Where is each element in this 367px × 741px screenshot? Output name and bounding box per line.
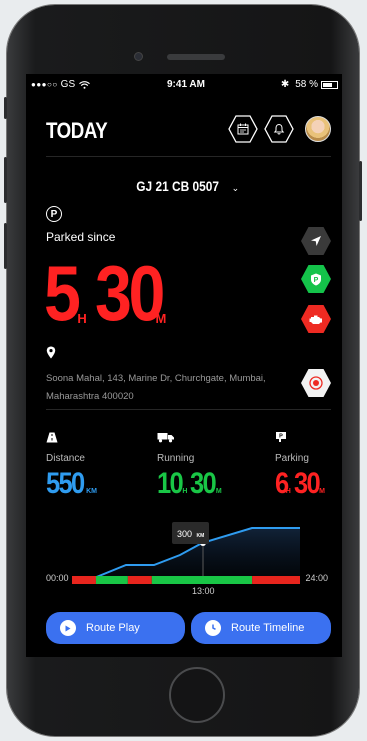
clock-icon [205, 620, 221, 636]
vehicle-selector[interactable]: GJ 21 CB 0507 ⌄ [26, 178, 342, 196]
running-hours: 10 [157, 467, 184, 500]
parking-sign-icon: P [276, 432, 286, 442]
address-divider [46, 409, 331, 410]
truck-icon [157, 433, 174, 443]
status-left: ●●●○○ GS [31, 79, 91, 90]
tooltip-value: 300 [177, 529, 193, 539]
parking-status-button[interactable]: P [300, 264, 332, 294]
parking-minutes: 30 [293, 467, 321, 500]
vehicle-plate: GJ 21 CB 0507 [136, 178, 219, 194]
app-screen: ●●●○○ GS 9:41 AM ✱ 58 % TODAY GJ 21 CB 0… [26, 74, 342, 657]
route-play-label: Route Play [86, 622, 140, 634]
bell-icon [273, 123, 285, 135]
distance-stat: Distance 550 KM [46, 430, 97, 501]
battery-icon [321, 80, 338, 89]
running-stat: Running 10H 30M [157, 430, 222, 501]
parked-minutes: 30 [94, 249, 165, 337]
front-camera [134, 52, 143, 61]
parking-shield-icon: P [311, 273, 321, 285]
battery-label: 58 % [295, 79, 318, 90]
route-timeline-label: Route Timeline [231, 622, 305, 634]
segment-bar [72, 576, 300, 584]
running-minutes: 30 [190, 467, 217, 500]
segment-running-1 [95, 576, 128, 584]
carrier-label: GS [60, 79, 76, 90]
parking-hours: 6 [275, 467, 289, 500]
parking-label: Parking [275, 453, 309, 464]
power-button [359, 161, 362, 221]
timeline-marker-label: 13:00 [192, 586, 215, 596]
parked-hours-unit: H [77, 311, 87, 326]
page-title: TODAY [46, 118, 108, 143]
engine-icon [309, 315, 322, 324]
running-minutes-unit: M [215, 488, 222, 495]
svg-text:P: P [314, 277, 319, 284]
distance-label: Distance [46, 453, 85, 464]
segment-running-3 [151, 576, 253, 584]
chevron-down-icon: ⌄ [231, 183, 240, 193]
route-timeline-button[interactable]: Route Timeline [191, 612, 331, 644]
segment-parking-4 [252, 576, 300, 584]
tooltip-unit: KM [196, 533, 205, 539]
header-divider [46, 156, 331, 157]
navigate-button[interactable] [300, 226, 332, 256]
play-icon [60, 620, 76, 636]
calendar-icon [237, 123, 249, 135]
avatar[interactable] [305, 116, 331, 142]
home-button[interactable] [169, 667, 225, 723]
address-text: Soona Mahal, 143, Marine Dr, Churchgate,… [46, 370, 266, 406]
timeline-chart: 300 KM 00:00 24:00 13:00 [46, 518, 328, 602]
volume-down-button [4, 223, 7, 269]
running-hours-unit: H [182, 488, 188, 495]
notifications-button[interactable] [264, 115, 294, 143]
parked-duration: 5 H 30 M [44, 242, 166, 332]
svg-text:P: P [279, 434, 283, 440]
signal-icon: ●●●○○ [31, 80, 58, 89]
bluetooth-icon: ✱ [280, 79, 290, 90]
running-label: Running [157, 453, 195, 464]
address-line-2: Maharashtra 400020 [46, 391, 134, 402]
road-icon [46, 432, 58, 443]
parking-icon: P [46, 206, 62, 222]
parking-minutes-unit: M [319, 488, 325, 495]
status-time: 9:41 AM [167, 79, 205, 90]
timeline-start-label: 00:00 [46, 573, 69, 583]
distance-unit: KM [86, 488, 97, 495]
wifi-icon [79, 80, 91, 89]
segment-parking-2 [127, 576, 152, 584]
route-play-button[interactable]: Route Play [46, 612, 185, 644]
location-pin-icon [46, 346, 56, 359]
parked-hours: 5 [44, 249, 81, 337]
address-line-1: Soona Mahal, 143, Marine Dr, Churchgate,… [46, 373, 266, 384]
calendar-button[interactable] [228, 115, 258, 143]
segment-parking-0 [72, 576, 96, 584]
volume-up-button [4, 157, 7, 203]
mute-switch [4, 97, 7, 119]
earpiece-speaker [167, 54, 225, 60]
navigation-arrow-icon [311, 236, 321, 246]
target-icon [309, 376, 323, 390]
engine-button[interactable] [300, 304, 332, 334]
timeline-end-label: 24:00 [305, 573, 328, 583]
live-location-button[interactable] [300, 368, 332, 398]
status-right: ✱ 58 % [281, 79, 338, 90]
distance-tooltip: 300 KM [172, 522, 210, 544]
parking-stat: P Parking 6H 30M [275, 430, 325, 501]
distance-value: 550 [46, 467, 85, 500]
